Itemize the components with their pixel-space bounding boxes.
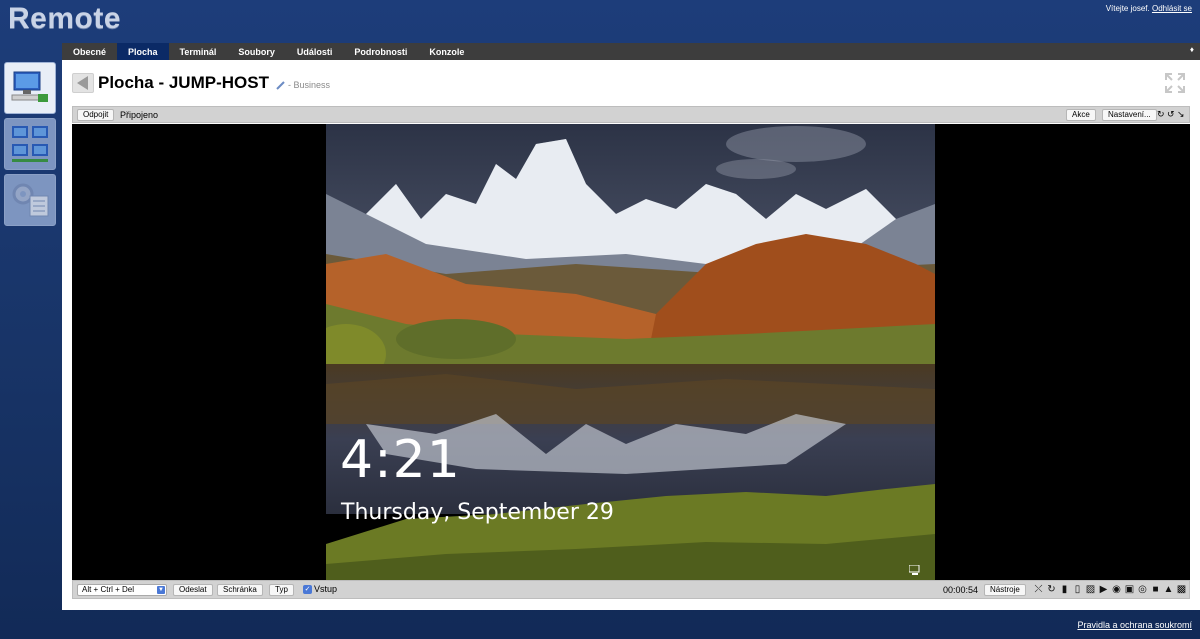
tab-console[interactable]: Konzole — [418, 43, 475, 60]
app-title: Remote — [8, 2, 122, 35]
tab-general[interactable]: Obecné — [62, 43, 117, 60]
sidebar-item-device-group[interactable] — [4, 118, 56, 170]
sidebar-item-device-general[interactable] — [4, 62, 56, 114]
key-combo-select[interactable]: Alt + Ctrl + Del ▼ — [77, 584, 167, 596]
type-button[interactable]: Typ — [269, 584, 294, 596]
bottom-icon-row: ⤬ ↻ ▮ ▯ ▨ ▶ ◉ ▣ ◎ ■ ▲ ▩ — [1033, 584, 1187, 595]
remote-bottom-bar: Alt + Ctrl + Del ▼ Odeslat Schránka Typ … — [72, 580, 1190, 599]
tools-button[interactable]: Nástroje — [984, 584, 1026, 596]
image-icon[interactable]: ▣ — [1124, 584, 1135, 595]
actions-button[interactable]: Akce — [1066, 109, 1096, 121]
back-arrow-icon — [77, 76, 88, 90]
send-button[interactable]: Odeslat — [173, 584, 213, 596]
chevron-down-icon: ▼ — [157, 586, 165, 594]
page-subtitle-text: - Business — [288, 80, 331, 90]
privacy-policy-link[interactable]: Pravidla a ochrana soukromí — [1077, 620, 1192, 630]
camera-icon[interactable]: ◉ — [1111, 584, 1122, 595]
page-subtitle: - Business — [276, 80, 330, 90]
tab-desktop[interactable]: Plocha — [117, 43, 169, 60]
remote-toolbar: Odpojit Připojeno Akce Nastavení... ↻ ↺ … — [72, 106, 1190, 123]
edit-pencil-icon[interactable] — [276, 80, 285, 90]
sidebar-item-settings[interactable] — [4, 174, 56, 226]
fullscreen-icon[interactable] — [1164, 72, 1186, 94]
paste-icon[interactable]: ▨ — [1085, 584, 1096, 595]
copy-icon[interactable]: ▯ — [1072, 584, 1083, 595]
remote-screen[interactable]: 4:21 Thursday, September 29 — [72, 124, 1190, 580]
file-icon[interactable]: ▮ — [1059, 584, 1070, 595]
input-toggle[interactable]: ✓ Vstup — [303, 584, 337, 594]
lockscreen-date: Thursday, September 29 — [341, 500, 614, 525]
tab-details[interactable]: Podrobnosti — [343, 43, 418, 60]
session-timer: 00:00:54 — [943, 585, 979, 595]
tab-files[interactable]: Soubory — [227, 43, 286, 60]
lock-icon[interactable]: ■ — [1150, 584, 1161, 595]
tab-terminal[interactable]: Terminál — [169, 43, 228, 60]
welcome-text: Vítejte josef. — [1105, 4, 1150, 13]
tab-bar: Obecné Plocha Terminál Soubory Události … — [62, 43, 1200, 60]
computer-group-icon — [12, 126, 48, 162]
tab-events[interactable]: Události — [286, 43, 344, 60]
globe-icon[interactable]: ◎ — [1137, 584, 1148, 595]
disconnect-button[interactable]: Odpojit — [77, 109, 115, 121]
network-icon — [908, 562, 921, 575]
back-button[interactable] — [72, 73, 94, 93]
clipboard-button[interactable]: Schránka — [217, 584, 263, 596]
logout-link[interactable]: Odhlásit se — [1152, 4, 1192, 13]
gear-list-icon — [12, 183, 49, 217]
lockscreen-time: 4:21 — [340, 430, 461, 490]
chat-icon[interactable]: ▩ — [1176, 584, 1187, 595]
main-panel: Plocha - JUMP-HOST - Business Odpojit Př… — [62, 60, 1200, 610]
checkbox-checked-icon[interactable]: ✓ — [303, 584, 312, 594]
page-title: Plocha - JUMP-HOST — [98, 73, 269, 92]
rotate-left-icon[interactable]: ↺ — [1167, 109, 1175, 120]
resize-icon[interactable]: ↘ — [1177, 109, 1185, 120]
connection-status: Připojeno — [120, 110, 159, 120]
settings-button[interactable]: Nastavení... — [1102, 109, 1157, 121]
input-label: Vstup — [314, 584, 338, 594]
rotate-right-icon[interactable]: ↻ — [1157, 109, 1165, 120]
computer-network-icon — [11, 71, 48, 102]
tabs-menu-icon[interactable]: ♦ — [1190, 45, 1194, 54]
key-combo-value: Alt + Ctrl + Del — [82, 585, 135, 594]
bell-icon[interactable]: ▲ — [1163, 584, 1174, 595]
video-icon[interactable]: ▶ — [1098, 584, 1109, 595]
welcome-area: Vítejte josef. Odhlásit se — [1106, 4, 1192, 13]
remote-lockscreen[interactable]: 4:21 Thursday, September 29 — [326, 124, 935, 580]
share-icon[interactable]: ⤬ — [1033, 584, 1044, 595]
refresh-icon[interactable]: ↻ — [1046, 584, 1057, 595]
